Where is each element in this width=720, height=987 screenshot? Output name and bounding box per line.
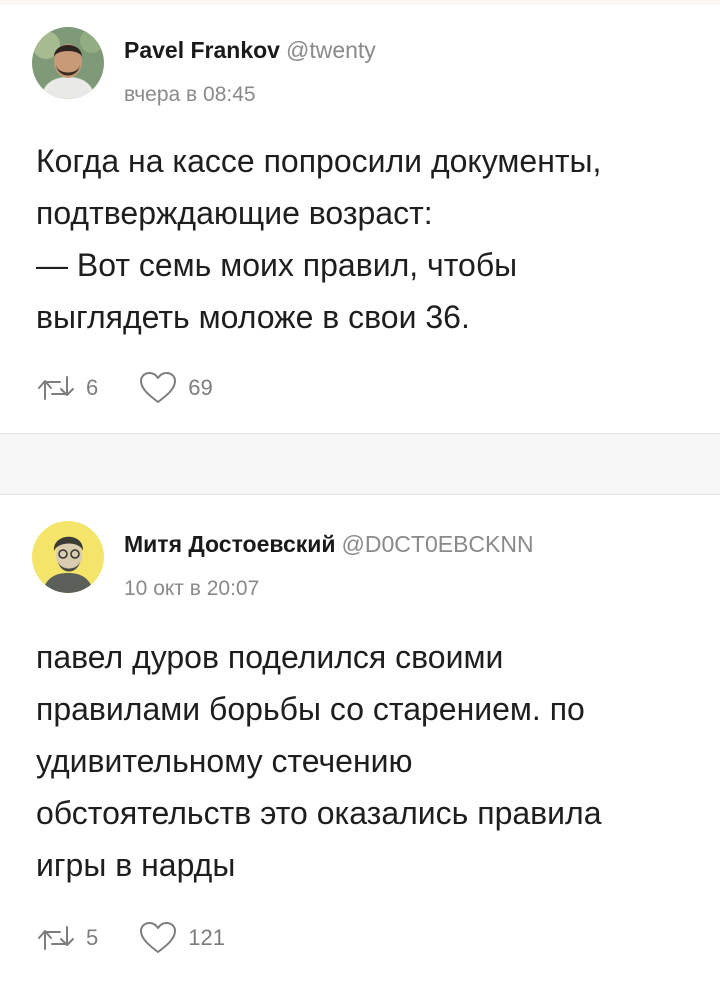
author-handle[interactable]: @D0CT0EBCKNN [342, 531, 534, 557]
post-text-line: выглядеть моложе в свои 36. [36, 299, 470, 335]
post-card: Pavel Frankov @twenty вчера в 08:45 Когда… [0, 5, 720, 433]
like-button[interactable]: 121 [138, 921, 225, 955]
feed-gap [0, 434, 720, 494]
post-timestamp[interactable]: 10 окт в 20:07 [124, 577, 259, 601]
author-name[interactable]: Митя Достоевский [124, 531, 336, 557]
author-handle[interactable]: @twenty [286, 37, 376, 63]
repost-count: 5 [86, 925, 99, 950]
post-text-line: удивительному стечению [36, 743, 413, 779]
post-card: Митя Достоевский @D0CT0EBCKNN 10 окт в 20… [0, 495, 720, 987]
post-text-line: Когда на кассе попросили документы, [36, 143, 602, 179]
post-text-line: обстоятельств это оказались правила [36, 795, 602, 831]
post-text-line: павел дуров поделился своими [36, 639, 504, 675]
repost-icon [38, 926, 74, 950]
heart-icon [140, 922, 177, 953]
repost-button[interactable]: 6 [36, 373, 98, 403]
repost-count: 6 [86, 375, 99, 400]
author-name[interactable]: Pavel Frankov [124, 37, 280, 63]
post-text-line: — Вот семь моих правил, чтобы [36, 247, 518, 283]
like-button[interactable]: 69 [138, 371, 213, 405]
post-text-line: игры в нарды [36, 847, 236, 883]
post-text-line: правилами борьбы со старением. по [36, 691, 585, 727]
post-actions: 5 121 [36, 921, 225, 955]
post-actions: 6 69 [36, 371, 213, 405]
author-line: Митя Достоевский @D0CT0EBCKNN [124, 531, 534, 558]
repost-button[interactable]: 5 [36, 923, 98, 953]
post-text-line: подтверждающие возраст: [36, 195, 433, 231]
heart-icon [140, 372, 177, 403]
like-count: 69 [188, 375, 213, 400]
post-text: павел дуров поделился своими правилами б… [36, 631, 706, 891]
repost-icon [38, 376, 74, 400]
post-timestamp[interactable]: вчера в 08:45 [124, 83, 256, 107]
avatar[interactable] [32, 27, 104, 99]
author-line: Pavel Frankov @twenty [124, 37, 376, 64]
like-count: 121 [188, 925, 225, 950]
post-text: Когда на кассе попросили документы, подт… [36, 135, 706, 343]
avatar[interactable] [32, 521, 104, 593]
